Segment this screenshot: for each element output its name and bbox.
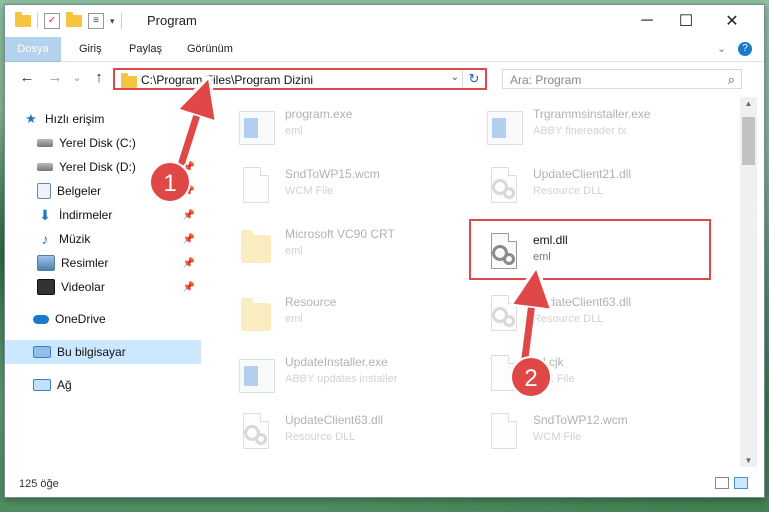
arrow-2 (525, 287, 534, 362)
callout-1: 1 (149, 161, 191, 203)
arrow-1 (182, 96, 203, 166)
annotation-arrows (0, 0, 769, 363)
callout-2: 2 (510, 356, 552, 398)
